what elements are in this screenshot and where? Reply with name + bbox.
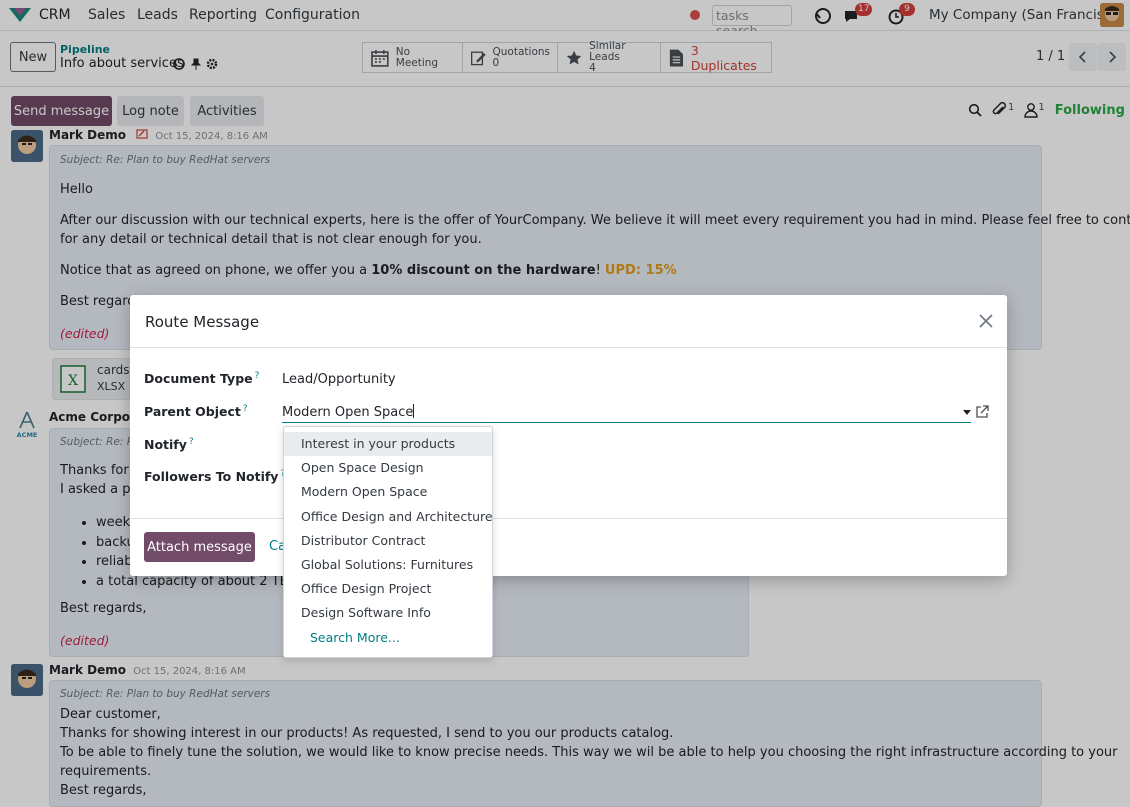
close-icon[interactable] <box>975 310 997 332</box>
parent-object-label-text: Parent Object <box>144 404 241 420</box>
autocomplete-option[interactable]: Interest in your products <box>284 432 492 457</box>
text-cursor <box>413 404 415 418</box>
parent-object-input[interactable]: Modern Open Space <box>282 402 971 423</box>
caret-down-icon[interactable] <box>963 408 971 416</box>
dialog-header-divider <box>130 347 1007 348</box>
document-type-label: Document Type? <box>144 371 259 386</box>
autocomplete-option[interactable]: Open Space Design <box>284 456 492 480</box>
dialog-title: Route Message <box>145 313 260 331</box>
autocomplete-option[interactable]: Office Design Project <box>284 577 492 601</box>
help-tooltip-icon[interactable]: ? <box>243 404 248 414</box>
help-tooltip-icon[interactable]: ? <box>255 371 260 381</box>
document-type-value[interactable]: Lead/Opportunity <box>282 372 396 387</box>
parent-object-input-value: Modern Open Space <box>282 405 414 420</box>
autocomplete-option[interactable]: Global Solutions: Furnitures <box>284 553 492 577</box>
parent-object-autocomplete: Interest in your products Open Space Des… <box>283 426 493 658</box>
document-type-label-text: Document Type <box>144 371 253 387</box>
autocomplete-option[interactable]: Distributor Contract <box>284 529 492 553</box>
help-tooltip-icon[interactable]: ? <box>189 437 194 447</box>
autocomplete-option[interactable]: Design Software Info <box>284 601 492 625</box>
attach-message-button[interactable]: Attach message <box>144 532 255 562</box>
search-more-link[interactable]: Search More... <box>284 626 492 650</box>
external-link-icon[interactable] <box>975 405 989 419</box>
dialog-footer-divider <box>130 518 1007 519</box>
autocomplete-option[interactable]: Modern Open Space <box>284 480 492 504</box>
route-message-dialog: Route Message Document Type? Lead/Opport… <box>130 295 1007 576</box>
followers-to-notify-label-text: Followers To Notify <box>144 469 279 485</box>
notify-label: Notify? <box>144 437 194 452</box>
notify-label-text: Notify <box>144 437 187 453</box>
parent-object-label: Parent Object? <box>144 404 248 419</box>
followers-to-notify-label: Followers To Notify? <box>144 469 285 484</box>
autocomplete-option[interactable]: Office Design and Architecture <box>284 505 493 529</box>
